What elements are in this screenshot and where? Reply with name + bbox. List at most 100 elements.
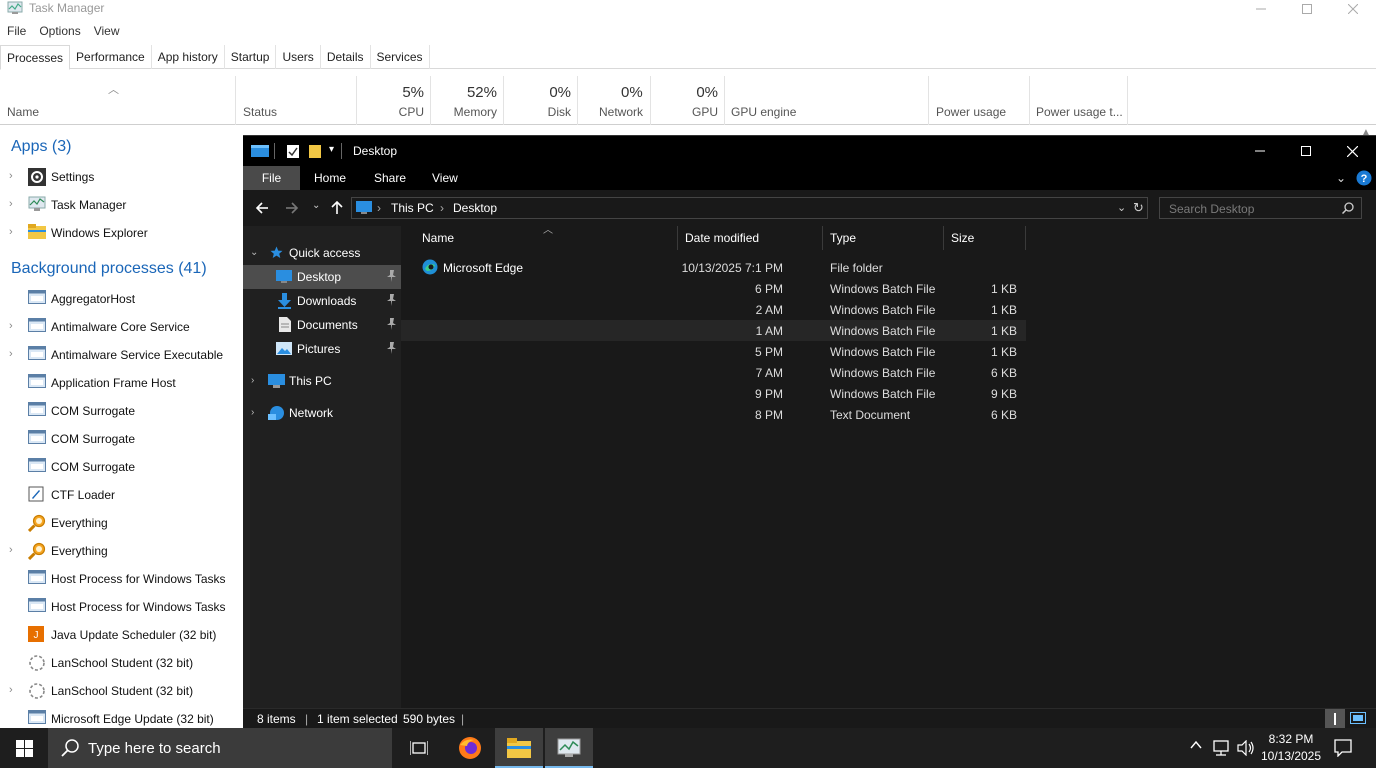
expand-chevron-icon[interactable]: › [9,320,13,332]
process-row[interactable]: › Settings [0,163,243,191]
menu-view[interactable]: View [87,24,126,42]
details-view-icon[interactable] [1325,709,1345,729]
column-gpu-engine[interactable]: GPU engine [725,76,929,125]
expand-icon[interactable]: ⌄ [250,247,258,258]
process-row[interactable]: › Antimalware Service Executable [0,341,243,369]
nav-documents[interactable]: Documents [243,313,401,337]
process-row[interactable]: Everything [0,509,243,537]
minimize-button[interactable] [1238,0,1284,18]
tab-processes[interactable]: Processes [0,45,71,70]
ribbon-tab-view[interactable]: View [418,166,472,190]
process-row[interactable]: Microsoft Edge Update (32 bit) [0,705,243,728]
close-button[interactable] [1330,0,1376,18]
tab-services[interactable]: Services [371,45,430,69]
column-network[interactable]: 0% Network [578,76,651,125]
breadcrumb-this-pc[interactable]: This PC [391,201,434,215]
column-power-usage-trend[interactable]: Power usage t... [1030,76,1128,125]
collapse-arrow-icon[interactable]: › [251,407,254,418]
nav-downloads[interactable]: Downloads [243,289,401,313]
process-row[interactable]: COM Surrogate [0,397,243,425]
tab-startup[interactable]: Startup [225,45,277,69]
column-status[interactable]: Status [236,76,357,125]
taskbar-search-box[interactable]: Type here to search [48,728,392,768]
up-arrow-icon[interactable] [330,200,344,215]
file-row[interactable]: 9 PM Windows Batch File 9 KB [401,383,1026,404]
process-row[interactable]: › Task Manager [0,191,243,219]
menu-options[interactable]: Options [32,24,86,42]
pin-icon[interactable] [387,270,397,282]
process-row[interactable]: Host Process for Windows Tasks [0,593,243,621]
pin-icon[interactable] [387,318,397,330]
column-cpu[interactable]: 5% CPU [357,76,431,125]
column-disk[interactable]: 0% Disk [504,76,578,125]
pin-icon[interactable] [387,294,397,306]
process-row[interactable]: › Everything [0,537,243,565]
back-arrow-icon[interactable] [255,201,269,215]
process-row[interactable]: Host Process for Windows Tasks [0,565,243,593]
ribbon-tab-home[interactable]: Home [300,166,360,190]
file-row[interactable]: 2 AM Windows Batch File 1 KB [401,299,1026,320]
explorer-minimize-button[interactable] [1237,136,1283,166]
ribbon-tab-share[interactable]: Share [360,166,420,190]
notifications-icon[interactable] [1334,739,1352,757]
file-row[interactable]: 7 AM Windows Batch File 6 KB [401,362,1026,383]
process-row[interactable]: › LanSchool Student (32 bit) [0,677,243,705]
file-row[interactable]: 6 PM Windows Batch File 1 KB [401,278,1026,299]
explorer-close-button[interactable] [1329,136,1375,166]
start-button[interactable] [0,728,48,768]
properties-icon[interactable] [286,144,300,159]
tab-app-history[interactable]: App history [152,45,225,69]
process-row[interactable]: COM Surrogate [0,453,243,481]
column-name[interactable]: ︿ Name [0,76,236,125]
tab-performance[interactable]: Performance [70,45,152,69]
nav-this-pc[interactable]: › This PC [243,369,401,393]
collapse-arrow-icon[interactable]: › [251,375,254,386]
expand-chevron-icon[interactable]: › [9,170,13,182]
firefox-taskbar-button[interactable] [446,728,494,768]
file-row[interactable]: 5 PM Windows Batch File 1 KB [401,341,1026,362]
menu-file[interactable]: File [0,24,32,42]
expand-chevron-icon[interactable]: › [9,544,13,556]
column-header-size[interactable]: Size [944,226,1026,250]
expand-chevron-icon[interactable]: › [9,684,13,696]
network-status-icon[interactable] [1213,740,1231,756]
column-header-type[interactable]: Type [823,226,944,250]
process-row[interactable]: › Antimalware Core Service [0,313,243,341]
search-box[interactable]: Search Desktop [1159,197,1362,219]
process-row[interactable]: J Java Update Scheduler (32 bit) [0,621,243,649]
file-explorer-taskbar-button[interactable] [495,728,543,768]
show-hidden-icons-icon[interactable] [1190,740,1202,750]
column-power-usage[interactable]: Power usage [929,76,1030,125]
volume-icon[interactable] [1237,740,1255,756]
column-header-date[interactable]: Date modified [678,226,823,250]
expand-ribbon-icon[interactable]: ⌄ [1336,171,1346,185]
file-row[interactable]: Microsoft Edge 10/13/2025 7:1 PM File fold… [401,257,1026,278]
help-icon[interactable]: ? [1356,170,1372,186]
address-bar[interactable]: › This PC › Desktop ⌄ ↻ [351,197,1148,219]
process-row[interactable]: COM Surrogate [0,425,243,453]
address-dropdown-icon[interactable]: ⌄ [1117,201,1126,214]
customize-toolbar-icon[interactable]: ▾ [329,144,334,155]
nav-pictures[interactable]: Pictures [243,337,401,361]
pin-icon[interactable] [387,342,397,354]
task-view-button[interactable] [395,728,443,768]
process-row[interactable]: AggregatorHost [0,285,243,313]
process-row[interactable]: CTF Loader [0,481,243,509]
nav-network[interactable]: › Network [243,401,401,425]
large-icons-view-icon[interactable] [1350,712,1366,724]
column-memory[interactable]: 52% Memory [431,76,504,125]
new-folder-icon[interactable] [308,144,322,159]
ribbon-tab-file[interactable]: File [243,166,300,190]
forward-arrow-icon[interactable] [285,201,299,215]
nav-desktop[interactable]: Desktop [243,265,401,289]
system-clock[interactable]: 8:32 PM 10/13/2025 [1256,731,1326,765]
tab-details[interactable]: Details [321,45,371,69]
tab-users[interactable]: Users [276,45,321,69]
task-manager-taskbar-button[interactable] [545,728,593,768]
recent-locations-icon[interactable]: ⌄ [312,200,320,211]
maximize-button[interactable] [1284,0,1330,18]
expand-chevron-icon[interactable]: › [9,198,13,210]
explorer-maximize-button[interactable] [1283,136,1329,166]
nav-quick-access[interactable]: ⌄ Quick access [243,241,401,265]
expand-chevron-icon[interactable]: › [9,226,13,238]
